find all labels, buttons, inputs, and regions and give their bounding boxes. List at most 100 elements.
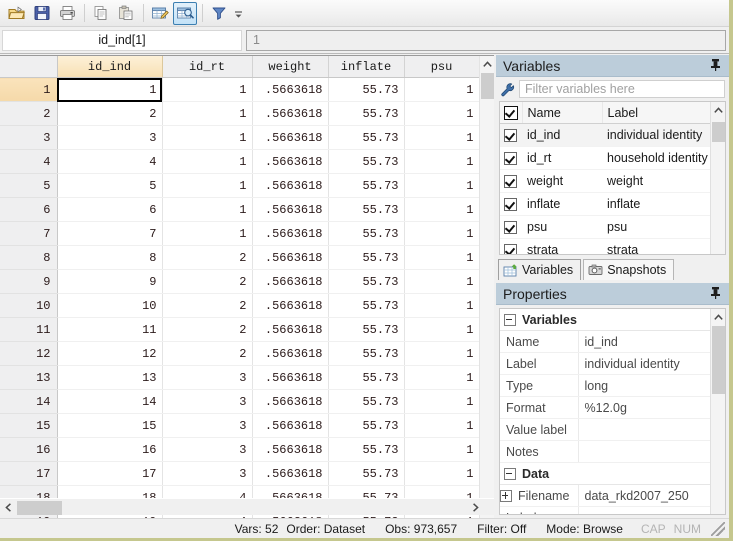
properties-vertical-scroll-thumb[interactable] xyxy=(712,326,725,394)
row-header[interactable]: 9 xyxy=(0,270,57,294)
grid-cell-id_ind[interactable]: 14 xyxy=(57,390,162,414)
grid-horizontal-scroll-thumb[interactable] xyxy=(17,501,62,515)
grid-cell-id_rt[interactable]: 1 xyxy=(162,150,252,174)
expand-icon[interactable] xyxy=(500,490,512,502)
properties-group-header[interactable]: Variables xyxy=(500,309,710,331)
grid-cell-id_ind[interactable]: 10 xyxy=(57,294,162,318)
grid-cell-inflate[interactable]: 55.73 xyxy=(328,174,404,198)
grid-cell-inflate[interactable]: 55.73 xyxy=(328,390,404,414)
grid-cell-id_ind[interactable]: 2 xyxy=(57,102,162,126)
grid-vertical-scrollbar[interactable] xyxy=(479,56,494,518)
grid-cell-psu[interactable]: 1 xyxy=(404,390,479,414)
grid-cell-id_ind[interactable]: 8 xyxy=(57,246,162,270)
data-editor-browse-icon[interactable] xyxy=(173,2,197,25)
grid-cell-id_rt[interactable]: 3 xyxy=(162,438,252,462)
properties-group-header[interactable]: Data xyxy=(500,463,710,485)
grid-cell-weight[interactable]: .5663618 xyxy=(252,366,328,390)
grid-cell-inflate[interactable]: 55.73 xyxy=(328,294,404,318)
scroll-up-icon[interactable] xyxy=(480,56,494,72)
grid-cell-weight[interactable]: .5663618 xyxy=(252,198,328,222)
grid-cell-id_ind[interactable]: 11 xyxy=(57,318,162,342)
grid-cell-id_ind[interactable]: 5 xyxy=(57,174,162,198)
grid-cell-weight[interactable]: .5663618 xyxy=(252,342,328,366)
grid-cell-id_ind[interactable]: 16 xyxy=(57,438,162,462)
paste-icon[interactable] xyxy=(114,2,138,25)
properties-grid[interactable]: VariablesNameid_indLabelindividual ident… xyxy=(499,308,726,515)
grid-cell-weight[interactable]: .5663618 xyxy=(252,414,328,438)
properties-scroll-up-icon[interactable] xyxy=(711,309,726,325)
variable-checkbox[interactable] xyxy=(500,124,522,147)
grid-cell-id_ind[interactable]: 1 xyxy=(57,78,162,102)
copy-icon[interactable] xyxy=(89,2,113,25)
filter-icon[interactable] xyxy=(207,2,231,25)
grid-cell-psu[interactable]: 1 xyxy=(404,174,479,198)
row-header[interactable]: 16 xyxy=(0,438,57,462)
variable-list-item[interactable]: id_rthousehold identity xyxy=(500,147,710,170)
row-header[interactable]: 11 xyxy=(0,318,57,342)
grid-cell-id_rt[interactable]: 3 xyxy=(162,390,252,414)
grid-cell-id_ind[interactable]: 7 xyxy=(57,222,162,246)
tab-snapshots[interactable]: Snapshots xyxy=(583,259,674,280)
variable-checkbox[interactable] xyxy=(500,147,522,170)
grid-cell-inflate[interactable]: 55.73 xyxy=(328,222,404,246)
grid-cell-id_rt[interactable]: 2 xyxy=(162,342,252,366)
grid-cell-weight[interactable]: .5663618 xyxy=(252,102,328,126)
column-header-id_ind[interactable]: id_ind xyxy=(57,56,162,78)
row-header[interactable]: 3 xyxy=(0,126,57,150)
variable-checkbox[interactable] xyxy=(500,239,522,256)
grid-cell-psu[interactable]: 1 xyxy=(404,150,479,174)
grid-cell-inflate[interactable]: 55.73 xyxy=(328,270,404,294)
row-header[interactable]: 12 xyxy=(0,342,57,366)
variables-filter-input[interactable]: Filter variables here xyxy=(519,80,725,98)
grid-cell-weight[interactable]: .5663618 xyxy=(252,126,328,150)
grid-cell-id_rt[interactable]: 1 xyxy=(162,222,252,246)
grid-cell-weight[interactable]: .5663618 xyxy=(252,150,328,174)
variable-list-item[interactable]: stratastrata xyxy=(500,239,710,256)
grid-cell-inflate[interactable]: 55.73 xyxy=(328,462,404,486)
variables-vertical-scrollbar[interactable] xyxy=(710,102,725,254)
grid-cell-weight[interactable]: .5663618 xyxy=(252,294,328,318)
grid-cell-inflate[interactable]: 55.73 xyxy=(328,102,404,126)
variables-scroll-up-icon[interactable] xyxy=(711,102,726,118)
grid-cell-inflate[interactable]: 55.73 xyxy=(328,414,404,438)
grid-cell-id_rt[interactable]: 1 xyxy=(162,78,252,102)
grid-cell-psu[interactable]: 1 xyxy=(404,78,479,102)
cell-value-input[interactable]: 1 xyxy=(246,30,726,51)
property-value[interactable] xyxy=(578,441,710,463)
toolbar-overflow-chevron-icon[interactable] xyxy=(232,3,244,23)
row-header[interactable]: 7 xyxy=(0,222,57,246)
grid-cell-weight[interactable]: .5663618 xyxy=(252,78,328,102)
row-header[interactable]: 10 xyxy=(0,294,57,318)
grid-cell-weight[interactable]: .5663618 xyxy=(252,318,328,342)
grid-cell-id_ind[interactable]: 13 xyxy=(57,366,162,390)
grid-cell-psu[interactable]: 1 xyxy=(404,366,479,390)
variable-checkbox[interactable] xyxy=(500,216,522,239)
variables-select-all-checkbox[interactable] xyxy=(500,102,522,124)
grid-cell-id_rt[interactable]: 2 xyxy=(162,246,252,270)
grid-cell-psu[interactable]: 1 xyxy=(404,342,479,366)
column-header-inflate[interactable]: inflate xyxy=(328,56,404,78)
column-header-id_rt[interactable]: id_rt xyxy=(162,56,252,78)
row-header[interactable]: 14 xyxy=(0,390,57,414)
grid-corner-header[interactable] xyxy=(0,56,57,78)
grid-cell-weight[interactable]: .5663618 xyxy=(252,390,328,414)
grid-cell-inflate[interactable]: 55.73 xyxy=(328,126,404,150)
grid-cell-psu[interactable]: 1 xyxy=(404,270,479,294)
pin-icon[interactable] xyxy=(710,58,724,73)
resize-grip-icon[interactable] xyxy=(711,522,725,536)
column-header-weight[interactable]: weight xyxy=(252,56,328,78)
variable-checkbox[interactable] xyxy=(500,170,522,193)
scroll-left-icon[interactable] xyxy=(0,499,16,516)
scroll-right-icon[interactable] xyxy=(467,499,483,516)
grid-cell-psu[interactable]: 1 xyxy=(404,318,479,342)
grid-cell-id_rt[interactable]: 3 xyxy=(162,414,252,438)
grid-cell-weight[interactable]: .5663618 xyxy=(252,222,328,246)
row-header[interactable]: 4 xyxy=(0,150,57,174)
tab-variables[interactable]: Variables xyxy=(498,259,581,280)
row-header[interactable]: 8 xyxy=(0,246,57,270)
grid-cell-weight[interactable]: .5663618 xyxy=(252,174,328,198)
grid-cell-id_ind[interactable]: 4 xyxy=(57,150,162,174)
grid-cell-id_rt[interactable]: 3 xyxy=(162,462,252,486)
property-value[interactable]: individual identity xyxy=(578,353,710,375)
properties-vertical-scrollbar[interactable] xyxy=(710,309,725,514)
